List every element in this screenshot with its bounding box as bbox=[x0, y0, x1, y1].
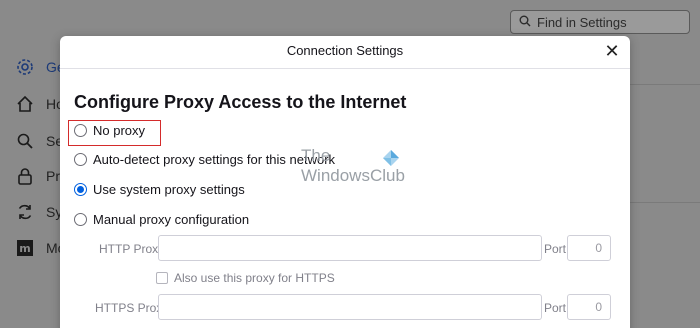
manual-proxy-radio[interactable] bbox=[74, 213, 87, 226]
dialog-title-divider bbox=[60, 68, 630, 69]
system-proxy-radio[interactable] bbox=[74, 183, 87, 196]
find-in-settings-placeholder: Find in Settings bbox=[537, 14, 627, 30]
connection-settings-dialog: Connection Settings ✕ Configure Proxy Ac… bbox=[60, 36, 630, 328]
proxy-access-heading: Configure Proxy Access to the Internet bbox=[74, 92, 407, 112]
http-port-label: Port bbox=[544, 242, 567, 256]
svg-text:m: m bbox=[19, 242, 30, 255]
close-icon[interactable]: ✕ bbox=[602, 41, 622, 61]
lock-icon bbox=[14, 165, 36, 187]
windows-logo-icon bbox=[381, 148, 401, 168]
watermark-line2: WindowsClub bbox=[301, 166, 405, 185]
system-proxy-option[interactable]: Use system proxy settings bbox=[74, 182, 245, 197]
home-icon bbox=[14, 93, 36, 115]
search-icon bbox=[519, 15, 531, 30]
watermark-line1: The bbox=[301, 146, 331, 165]
watermark: The WindowsClub bbox=[301, 146, 421, 196]
http-proxy-input[interactable] bbox=[158, 235, 542, 261]
manual-proxy-option[interactable]: Manual proxy configuration bbox=[74, 212, 249, 227]
no-proxy-label: No proxy bbox=[93, 123, 146, 138]
system-proxy-label: Use system proxy settings bbox=[93, 182, 245, 197]
gear-icon bbox=[14, 56, 36, 78]
manual-proxy-label: Manual proxy configuration bbox=[93, 212, 250, 227]
mozilla-icon: m bbox=[14, 237, 36, 259]
http-port-input[interactable]: 0 bbox=[567, 235, 611, 261]
bg-divider bbox=[630, 84, 700, 85]
https-proxy-input[interactable] bbox=[158, 294, 542, 320]
auto-detect-label: Auto-detect proxy settings for this netw… bbox=[93, 152, 336, 167]
bg-divider bbox=[630, 202, 700, 203]
search-icon bbox=[14, 130, 36, 152]
find-in-settings-field: Find in Settings bbox=[510, 10, 690, 34]
dialog-title: Connection Settings bbox=[286, 43, 404, 58]
nav-item-more-from-mozilla: m Mo bbox=[14, 237, 65, 259]
https-port-label: Port bbox=[544, 301, 567, 315]
also-https-option[interactable]: Also use this proxy for HTTPS bbox=[156, 271, 335, 285]
sync-icon bbox=[14, 201, 36, 223]
no-proxy-radio[interactable] bbox=[74, 124, 87, 137]
no-proxy-option[interactable]: No proxy bbox=[74, 123, 145, 138]
also-https-label: Also use this proxy for HTTPS bbox=[174, 271, 335, 285]
auto-detect-option[interactable]: Auto-detect proxy settings for this netw… bbox=[74, 152, 335, 167]
http-proxy-label: HTTP Proxy bbox=[99, 242, 165, 256]
also-https-checkbox[interactable] bbox=[156, 272, 168, 284]
https-port-input[interactable]: 0 bbox=[567, 294, 611, 320]
auto-detect-radio[interactable] bbox=[74, 153, 87, 166]
